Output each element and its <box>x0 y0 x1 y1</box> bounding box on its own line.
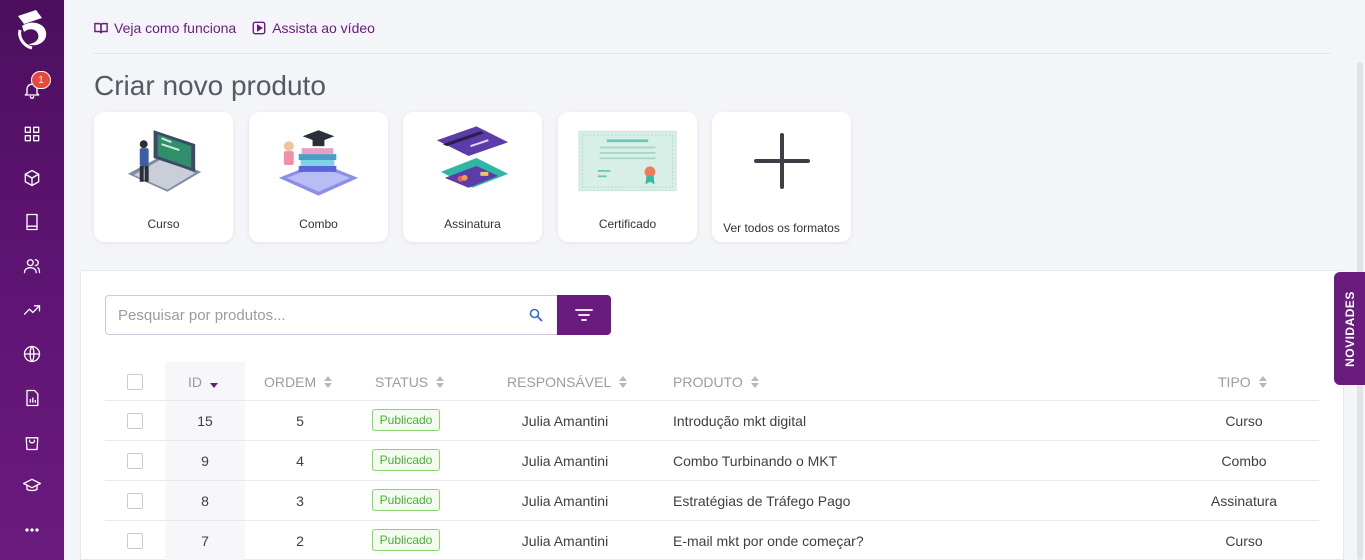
cell-produto[interactable]: Introdução mkt digital <box>673 413 806 429</box>
search-input[interactable] <box>106 296 506 334</box>
row-checkbox[interactable] <box>127 453 143 469</box>
header-responsavel[interactable]: RESPONSÁVEL <box>507 374 628 390</box>
trending-up-icon[interactable] <box>20 298 44 322</box>
novidades-tab[interactable]: NOVIDADES <box>1334 272 1365 385</box>
credit-cards-illustration-icon <box>423 122 522 200</box>
sort-icon <box>1258 376 1267 388</box>
header-produto[interactable]: PRODUTO <box>673 374 759 390</box>
cell-produto[interactable]: Estratégias de Tráfego Pago <box>673 493 850 509</box>
cell-responsavel: Julia Amantini <box>521 493 609 509</box>
cell-id: 15 <box>197 413 213 429</box>
users-icon[interactable] <box>20 254 44 278</box>
status-badge: Publicado <box>372 449 440 471</box>
card-label: Assinatura <box>444 217 501 231</box>
card-label: Curso <box>147 217 180 231</box>
row-divider <box>105 520 1319 521</box>
cell-id: 7 <box>201 533 209 549</box>
dashboard-grid-icon[interactable] <box>20 122 44 146</box>
book-icon[interactable] <box>20 210 44 234</box>
header-tipo-label: TIPO <box>1218 374 1251 390</box>
card-assinatura[interactable]: Assinatura <box>403 112 542 242</box>
row-checkbox[interactable] <box>127 413 143 429</box>
watch-video-link[interactable]: Assista ao vídeo <box>252 20 375 36</box>
cell-responsavel: Julia Amantini <box>521 453 609 469</box>
graduation-cap-icon[interactable] <box>20 474 44 498</box>
status-badge: Publicado <box>372 489 440 511</box>
card-curso[interactable]: Curso <box>94 112 233 242</box>
notification-count-badge: 1 <box>31 71 51 89</box>
header-id[interactable]: ID <box>188 374 218 390</box>
page-title: Criar novo produto <box>94 70 326 101</box>
row-divider <box>105 480 1319 481</box>
box-icon[interactable] <box>20 166 44 190</box>
search-box <box>105 295 558 335</box>
how-it-works-label: Veja como funciona <box>114 20 237 36</box>
sort-icon <box>436 376 445 388</box>
cell-produto[interactable]: E-mail mkt por onde começar? <box>673 533 864 549</box>
report-icon[interactable] <box>20 386 44 410</box>
cell-ordem: 2 <box>296 533 304 549</box>
card-label: Combo <box>299 217 338 231</box>
cell-responsavel: Julia Amantini <box>521 413 609 429</box>
globe-icon[interactable] <box>20 342 44 366</box>
cell-produto[interactable]: Combo Turbinando o MKT <box>673 453 837 469</box>
select-all-checkbox[interactable] <box>127 374 143 390</box>
header-produto-label: PRODUTO <box>673 374 743 390</box>
more-icon[interactable] <box>20 518 44 542</box>
plus-icon <box>732 122 831 200</box>
sort-icon <box>750 376 759 388</box>
cell-tipo: Curso <box>1225 413 1263 429</box>
cell-tipo: Assinatura <box>1210 493 1278 509</box>
divider <box>94 53 1330 54</box>
open-book-icon <box>94 22 108 34</box>
shopping-bag-icon[interactable] <box>20 430 44 454</box>
cell-id: 8 <box>201 493 209 509</box>
filter-button[interactable] <box>557 295 611 335</box>
search-icon[interactable] <box>529 308 543 322</box>
card-combo[interactable]: Combo <box>249 112 388 242</box>
cell-tipo: Combo <box>1221 453 1267 469</box>
header-responsavel-label: RESPONSÁVEL <box>507 374 612 390</box>
header-status[interactable]: STATUS <box>375 374 445 390</box>
card-label: Certificado <box>598 217 657 231</box>
cell-ordem: 5 <box>296 413 304 429</box>
row-checkbox[interactable] <box>127 493 143 509</box>
certificate-illustration-icon <box>578 122 677 200</box>
sort-icon <box>619 376 628 388</box>
header-status-label: STATUS <box>375 374 429 390</box>
status-badge: Publicado <box>372 409 440 431</box>
logo[interactable] <box>8 4 56 52</box>
header-ordem-label: ORDEM <box>264 374 317 390</box>
cell-responsavel: Julia Amantini <box>521 533 609 549</box>
cell-ordem: 4 <box>296 453 304 469</box>
card-ver-todos[interactable]: Ver todos os formatos <box>712 112 851 242</box>
combo-illustration-icon <box>269 122 368 200</box>
novidades-label: NOVIDADES <box>1342 290 1357 367</box>
filter-icon <box>575 309 593 321</box>
sort-desc-icon <box>210 376 218 388</box>
watch-video-label: Assista ao vídeo <box>272 20 375 36</box>
header-id-label: ID <box>188 374 202 390</box>
cell-tipo: Curso <box>1225 533 1263 549</box>
sidebar: 1 <box>0 0 64 560</box>
row-checkbox[interactable] <box>127 533 143 549</box>
card-certificado[interactable]: Certificado <box>558 112 697 242</box>
card-label: Ver todos os formatos <box>723 221 840 235</box>
row-divider <box>105 400 1319 401</box>
header-tipo[interactable]: TIPO <box>1218 374 1267 390</box>
play-video-icon <box>252 21 266 35</box>
status-badge: Publicado <box>372 529 440 551</box>
cell-ordem: 3 <box>296 493 304 509</box>
how-it-works-link[interactable]: Veja como funciona <box>94 20 236 36</box>
logo-icon <box>18 10 47 50</box>
row-divider <box>105 440 1319 441</box>
sort-icon <box>324 376 333 388</box>
course-illustration-icon <box>114 122 213 200</box>
header-ordem[interactable]: ORDEM <box>264 374 333 390</box>
top-links: Veja como funciona Assista ao vídeo <box>94 20 375 36</box>
cell-id: 9 <box>201 453 209 469</box>
